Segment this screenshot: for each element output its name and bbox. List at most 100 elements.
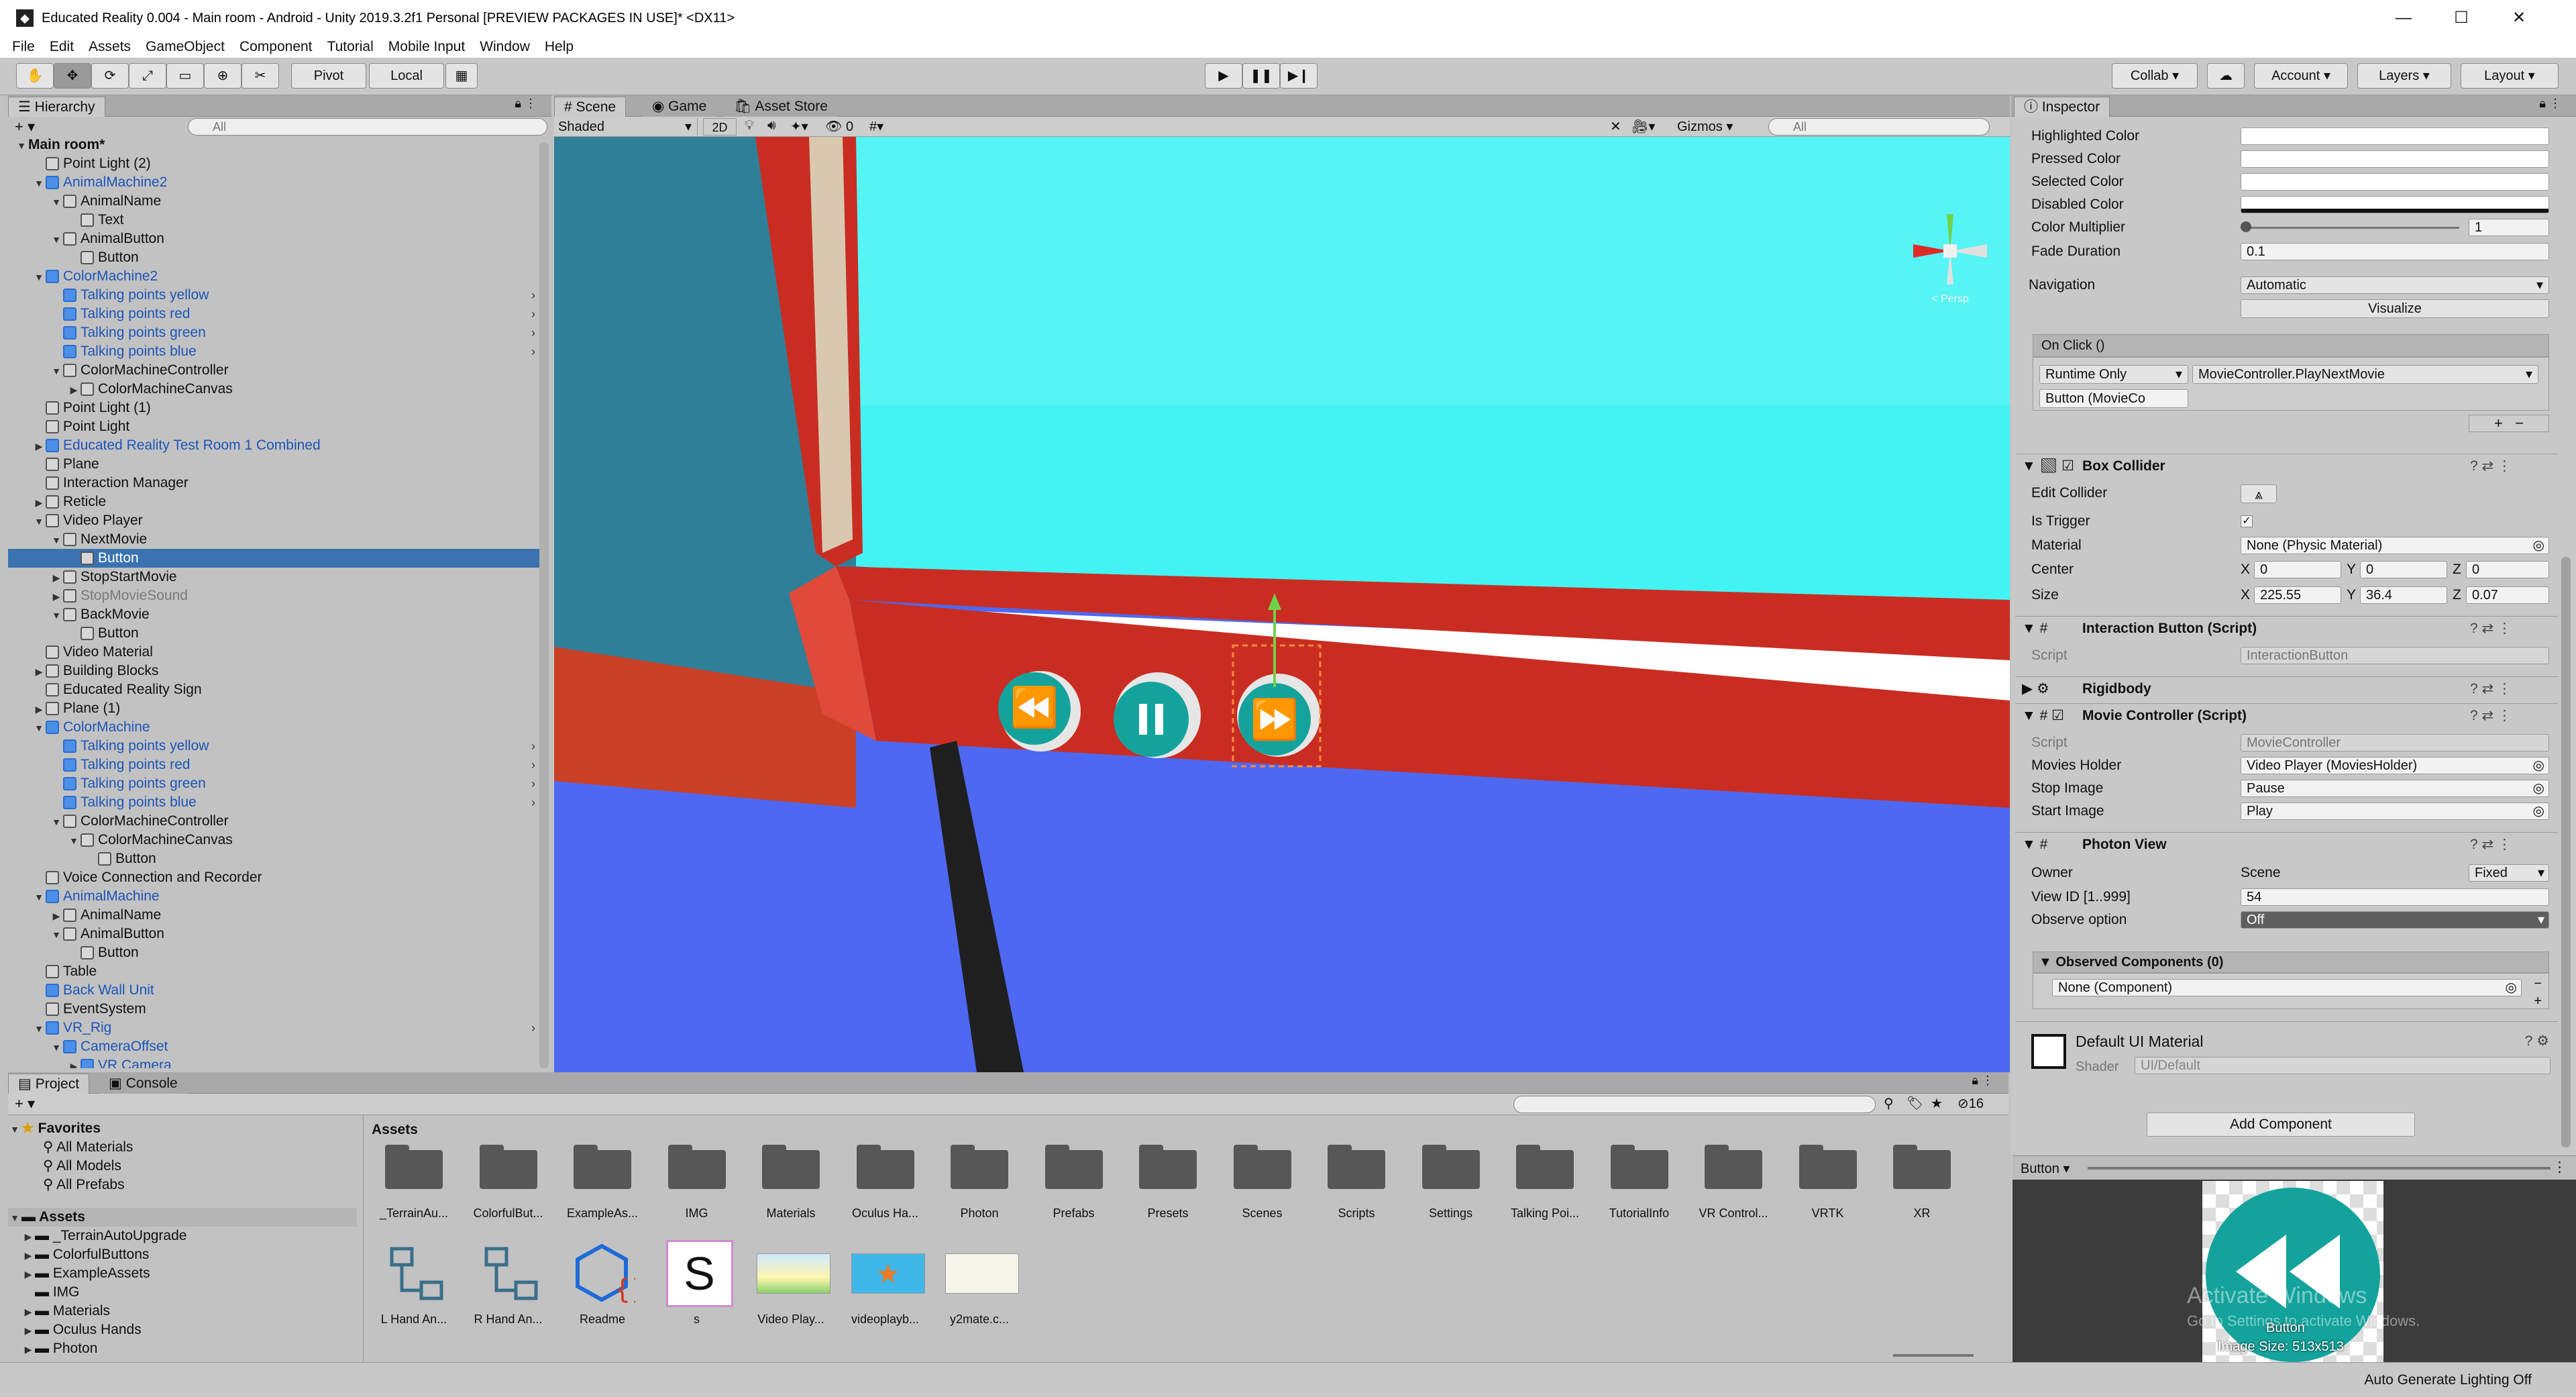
expand-arrow-icon[interactable]: ▼ [50, 230, 63, 249]
tools-icon[interactable]: ✕ [1610, 118, 1621, 135]
inspector-scrollbar[interactable] [2561, 557, 2571, 1147]
create-icon[interactable]: + ▾ [15, 118, 35, 136]
folder-item[interactable]: Oculus Ha... [842, 1139, 929, 1233]
tree-folder[interactable]: ▬ IMG [8, 1283, 357, 1302]
hidden-objects-icon[interactable]: 👁︎ 0 [825, 118, 853, 135]
hierarchy-row[interactable]: Back Wall Unit [8, 981, 545, 1000]
expand-arrow-icon[interactable]: ▼ [50, 362, 63, 380]
transform-tool-icon[interactable]: ⊕ [204, 63, 241, 89]
lock-icon[interactable]: 🔒︎ ⋮ [515, 97, 537, 111]
hierarchy-row[interactable]: Talking points green › [8, 323, 545, 342]
component-menu-icon[interactable]: ? ⇄ ⋮ [2470, 677, 2512, 701]
hierarchy-row[interactable]: Talking points yellow › [8, 737, 545, 756]
hierarchy-row[interactable]: ▶ Plane (1) [8, 699, 545, 718]
hierarchy-row[interactable]: ▶ VR Camera [8, 1056, 545, 1068]
hierarchy-row[interactable]: Talking points green › [8, 774, 545, 793]
hidden-packages-icon[interactable]: ⊘16 [1957, 1095, 1984, 1112]
project-lock-icon[interactable]: 🔒︎ ⋮ [1972, 1074, 1994, 1088]
hierarchy-row[interactable]: ▼ VR_Rig › [8, 1019, 545, 1037]
hierarchy-row[interactable]: Button [8, 549, 545, 568]
lighting-icon[interactable]: 💡︎ [745, 118, 754, 134]
expand-arrow-icon[interactable]: ▼ [50, 531, 63, 550]
hierarchy-row[interactable]: Table [8, 962, 545, 981]
folder-item[interactable]: Materials [747, 1139, 835, 1233]
tab-game[interactable]: ◉ Game [643, 97, 716, 117]
tab-console[interactable]: ▣ Console [99, 1074, 187, 1094]
runtime-dropdown[interactable]: Runtime Only ▾ [2039, 365, 2188, 384]
custom-tool-icon[interactable]: ✂ [241, 63, 279, 89]
menu-window[interactable]: Window [480, 39, 530, 55]
menu-tutorial[interactable]: Tutorial [327, 39, 374, 55]
color-multiplier-handle[interactable] [2241, 221, 2251, 232]
hierarchy-row[interactable]: Point Light (2) [8, 154, 545, 173]
disabled-color-field[interactable] [2241, 196, 2549, 213]
start-image-field[interactable]: Play ◎ [2241, 803, 2549, 820]
menu-file[interactable]: File [12, 39, 35, 55]
center-y-input[interactable]: 0 [2360, 561, 2447, 578]
maximize-icon[interactable]: ☐ [2432, 0, 2490, 36]
folder-item[interactable]: Scripts [1313, 1139, 1400, 1233]
navigation-dropdown[interactable]: Automatic ▾ [2241, 276, 2549, 294]
hierarchy-row[interactable]: Interaction Manager [8, 474, 545, 493]
hierarchy-row[interactable]: ▼ AnimalName [8, 192, 545, 211]
tree-folder[interactable]: ▶ ▬ ColorfulButtons [8, 1245, 357, 1264]
hierarchy-row[interactable]: ▶ StopStartMovie [8, 568, 545, 586]
pressed-color-field[interactable] [2241, 150, 2549, 168]
collapse-arrow-icon[interactable]: ▶ [67, 380, 80, 399]
grid-icon[interactable]: #▾ [869, 118, 883, 135]
hierarchy-row[interactable]: Button [8, 248, 545, 267]
hierarchy-row[interactable]: Talking points blue › [8, 342, 545, 361]
tree-folder[interactable]: ▶ ▬ ExampleAssets [8, 1264, 357, 1283]
grid-snap-icon[interactable]: ▦ [445, 63, 478, 89]
assets-root-row[interactable]: ▼ ▬ Assets [8, 1208, 357, 1227]
hierarchy-row[interactable]: ▼ BackMovie [8, 605, 545, 624]
folder-item[interactable]: IMG [653, 1139, 741, 1233]
minimize-icon[interactable]: — [2375, 0, 2432, 36]
folder-item[interactable]: ColorfulBut... [465, 1139, 552, 1233]
menu-edit[interactable]: Edit [50, 39, 74, 55]
component-menu-icon[interactable]: ? ⇄ ⋮ [2470, 617, 2512, 641]
project-breadcrumb[interactable]: Assets [372, 1122, 418, 1138]
hierarchy-row[interactable]: Talking points blue › [8, 793, 545, 812]
step-button[interactable]: ▶❙ [1280, 63, 1318, 89]
hierarchy-row[interactable]: ▶ ColorMachineCanvas [8, 380, 545, 399]
hierarchy-scrollbar[interactable] [539, 142, 549, 1068]
favorite-all-prefabs[interactable]: ⚲ All Prefabs [8, 1176, 357, 1194]
size-x-input[interactable]: 225.55 [2254, 586, 2341, 604]
menu-help[interactable]: Help [545, 39, 574, 55]
stop-image-field[interactable]: Pause ◎ [2241, 780, 2549, 797]
expand-arrow-icon[interactable]: ▼ [32, 174, 46, 193]
hierarchy-row[interactable]: Button [8, 943, 545, 962]
asset-item[interactable]: Video Play... [747, 1240, 835, 1334]
hierarchy-row[interactable]: ▼ CameraOffset [8, 1037, 545, 1056]
open-prefab-chevron-icon[interactable]: › [531, 286, 535, 305]
hierarchy-row[interactable]: Video Material [8, 643, 545, 662]
layout-dropdown[interactable]: Layout ▾ [2461, 63, 2559, 89]
expand-arrow-icon[interactable]: ▼ [15, 136, 28, 155]
hierarchy-row[interactable]: Button [8, 624, 545, 643]
hierarchy-row[interactable]: ▼ AnimalButton [8, 229, 545, 248]
local-toggle[interactable]: Local [369, 63, 444, 89]
tree-folder[interactable]: ▶ ▬ Oculus Hands [8, 1321, 357, 1339]
folder-item[interactable]: XR [1878, 1139, 1966, 1233]
shading-dropdown[interactable]: Shaded ▾ [558, 118, 698, 136]
hierarchy-row[interactable]: Point Light [8, 417, 545, 436]
open-prefab-chevron-icon[interactable]: › [531, 737, 535, 756]
menu-mobile-input[interactable]: Mobile Input [388, 39, 465, 55]
asset-item[interactable]: L Hand An... [370, 1240, 458, 1334]
movies-holder-field[interactable]: Video Player (MoviesHolder) ◎ [2241, 757, 2549, 774]
collapse-arrow-icon[interactable]: ▶ [32, 700, 46, 719]
project-create-icon[interactable]: + ▾ [15, 1095, 35, 1113]
hierarchy-row[interactable]: ▼ Main room* [8, 136, 545, 154]
material-field[interactable]: None (Physic Material) ◎ [2241, 537, 2549, 554]
expand-arrow-icon[interactable]: ▼ [32, 888, 46, 907]
hierarchy-row[interactable]: ▼ AnimalButton [8, 925, 545, 943]
onclick-add-remove[interactable]: + − [2469, 415, 2549, 432]
menu-component[interactable]: Component [239, 39, 313, 55]
interaction-button-header[interactable]: ▼ # Interaction Button (Script) ? ⇄ ⋮ [2015, 616, 2559, 640]
folder-item[interactable]: _TerrainAu... [370, 1139, 458, 1233]
view-id-input[interactable]: 54 [2241, 888, 2549, 906]
move-tool-icon[interactable]: ✥ [54, 63, 91, 89]
hierarchy-row[interactable]: Text [8, 211, 545, 229]
icon-size-slider[interactable] [1893, 1354, 1974, 1357]
